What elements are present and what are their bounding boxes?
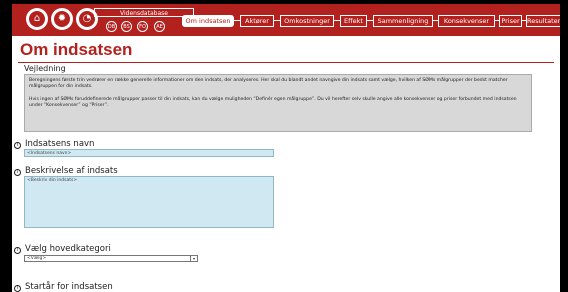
fo-button[interactable]: FO bbox=[137, 21, 148, 32]
page-title: Om indsatsen bbox=[20, 40, 133, 59]
info-icon[interactable]: i bbox=[14, 247, 21, 254]
start-year-label: Startår for indsatsen bbox=[25, 282, 113, 292]
description-label: Beskrivelse af indsats bbox=[25, 166, 118, 176]
tab-resultater[interactable]: Resultater bbox=[526, 15, 560, 27]
db-button[interactable]: DB bbox=[106, 21, 117, 32]
gear-icon: ✹ bbox=[54, 11, 70, 27]
home-icon: ⌂ bbox=[29, 11, 45, 27]
guide-text: Beregningens første trin vedrører en ræk… bbox=[29, 78, 508, 89]
category-select[interactable]: <Vælg> ▾ bbox=[24, 255, 198, 262]
settings-button[interactable]: ✹ bbox=[51, 8, 73, 30]
info-icon[interactable]: i bbox=[14, 285, 21, 292]
screen-frame: ⌂ ✹ ◔ Vidensdatabase DB BS FO AE Om inds… bbox=[0, 0, 568, 292]
guide-box: Beregningens første trin vedrører en ræk… bbox=[24, 74, 532, 132]
top-navigation-bar: ⌂ ✹ ◔ Vidensdatabase DB BS FO AE Om inds… bbox=[12, 4, 560, 36]
tab-aktoerer[interactable]: Aktører bbox=[240, 15, 274, 27]
description-input[interactable]: <Beskriv din indsats> bbox=[24, 176, 274, 228]
tab-priser[interactable]: Priser bbox=[499, 15, 522, 27]
info-icon[interactable]: i bbox=[14, 142, 21, 149]
database-label: Vidensdatabase bbox=[94, 8, 194, 17]
bs-button[interactable]: BS bbox=[121, 21, 132, 32]
title-divider bbox=[18, 62, 554, 63]
name-label: Indsatsens navn bbox=[25, 139, 95, 149]
name-input[interactable]: <Indsatsens navn> bbox=[24, 149, 274, 157]
app-page: ⌂ ✹ ◔ Vidensdatabase DB BS FO AE Om inds… bbox=[12, 4, 560, 292]
tab-effekt[interactable]: Effekt bbox=[340, 15, 367, 27]
info-icon[interactable]: i bbox=[14, 169, 21, 176]
tab-omkostninger[interactable]: Omkostninger bbox=[280, 15, 334, 27]
tab-om-indsatsen[interactable]: Om indsatsen bbox=[182, 15, 234, 27]
chevron-down-icon: ▾ bbox=[190, 256, 197, 261]
tab-konsekvenser[interactable]: Konsekvenser bbox=[438, 15, 495, 27]
guide-text: Hvis ingen af SØMs foruddefinerede målgr… bbox=[29, 97, 517, 108]
clock-icon: ◔ bbox=[79, 11, 95, 27]
home-button[interactable]: ⌂ bbox=[26, 8, 48, 30]
ae-button[interactable]: AE bbox=[154, 21, 165, 32]
guide-label: Vejledning bbox=[24, 64, 66, 73]
category-selected-value: <Vælg> bbox=[27, 256, 47, 261]
category-label: Vælg hovedkategori bbox=[25, 244, 111, 254]
tab-sammenligning[interactable]: Sammenligning bbox=[373, 15, 433, 27]
